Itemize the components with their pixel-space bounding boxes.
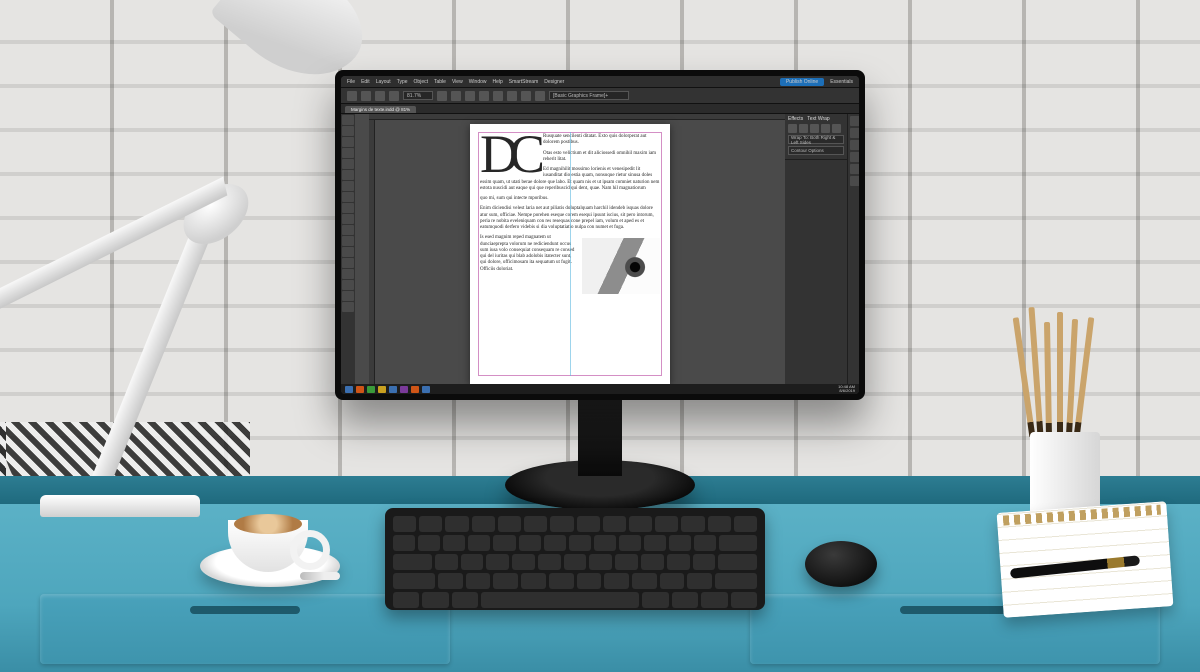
document-tabs: Margins de texte.indd @ 81% xyxy=(341,104,859,114)
tool-icon[interactable] xyxy=(437,91,447,101)
taskbar-icon[interactable] xyxy=(411,386,419,393)
page-tool-icon[interactable] xyxy=(342,137,354,147)
tool-icon[interactable] xyxy=(479,91,489,101)
spoon xyxy=(300,572,340,580)
taskbar-icon[interactable] xyxy=(378,386,386,393)
start-icon[interactable] xyxy=(345,386,353,393)
wrap-bbox-icon[interactable] xyxy=(799,124,808,133)
tool-icon[interactable] xyxy=(361,91,371,101)
text-wrap-panel[interactable]: Effects Text Wrap Wrap To: Both Right & … xyxy=(785,114,847,160)
selection-tool-icon[interactable] xyxy=(342,115,354,125)
wrap-jump-next-icon[interactable] xyxy=(832,124,841,133)
tool-icon[interactable] xyxy=(375,91,385,101)
tool-icon[interactable] xyxy=(535,91,545,101)
zoom-field[interactable]: 81.7% xyxy=(403,91,433,100)
tools-panel xyxy=(341,114,355,394)
fill-stroke-icon[interactable] xyxy=(342,291,354,301)
menu-item[interactable]: View xyxy=(452,79,463,85)
direct-select-tool-icon[interactable] xyxy=(342,126,354,136)
eyedropper-tool-icon[interactable] xyxy=(342,258,354,268)
panel-tab[interactable]: Effects xyxy=(788,116,803,122)
ruler-horizontal xyxy=(369,114,785,120)
wrap-none-icon[interactable] xyxy=(788,124,797,133)
workspace-switcher[interactable]: Essentials xyxy=(830,79,853,85)
screen: File Edit Layout Type Object Table View … xyxy=(341,76,859,394)
hand-tool-icon[interactable] xyxy=(342,269,354,279)
menu-item[interactable]: Help xyxy=(493,79,503,85)
ruler-vertical xyxy=(369,120,375,394)
tool-icon[interactable] xyxy=(347,91,357,101)
menu-item[interactable]: File xyxy=(347,79,355,85)
pencils xyxy=(1015,317,1105,437)
windows-taskbar: 10:48 AM8/6/2019 xyxy=(341,384,859,394)
taskbar-icon[interactable] xyxy=(389,386,397,393)
tool-icon[interactable] xyxy=(389,91,399,101)
type-tool-icon[interactable] xyxy=(342,159,354,169)
monitor-stand-neck xyxy=(578,398,622,476)
tool-icon[interactable] xyxy=(493,91,503,101)
color-panel-icon[interactable] xyxy=(850,164,859,174)
monitor: File Edit Layout Type Object Table View … xyxy=(335,70,865,400)
notepad xyxy=(997,501,1174,618)
collapsed-panels xyxy=(847,114,859,394)
menu-item[interactable]: Edit xyxy=(361,79,370,85)
zoom-tool-icon[interactable] xyxy=(342,280,354,290)
menu-item[interactable]: Object xyxy=(414,79,428,85)
coffee xyxy=(234,514,302,534)
pencil-tool-icon[interactable] xyxy=(342,192,354,202)
right-panels: Effects Text Wrap Wrap To: Both Right & … xyxy=(785,114,847,394)
contour-options[interactable]: Contour Options xyxy=(788,146,844,155)
menu-item[interactable]: Table xyxy=(434,79,446,85)
gradient-tool-icon[interactable] xyxy=(342,247,354,257)
lamp-base xyxy=(40,495,200,517)
pages-panel-icon[interactable] xyxy=(850,116,859,126)
links-panel-icon[interactable] xyxy=(850,140,859,150)
menubar: File Edit Layout Type Object Table View … xyxy=(341,76,859,88)
column-guide xyxy=(570,132,571,376)
system-clock[interactable]: 10:48 AM8/6/2019 xyxy=(838,385,855,394)
wrap-to-option[interactable]: Wrap To: Both Right & Left Sides xyxy=(788,135,844,144)
canvas[interactable]: DC Rusquate sencilenti ditatat. Exto qui… xyxy=(355,114,785,394)
taskbar-icon[interactable] xyxy=(367,386,375,393)
menu-item[interactable]: Window xyxy=(469,79,487,85)
panel-tab-active[interactable]: Text Wrap xyxy=(807,116,829,122)
publish-button[interactable]: Publish Online xyxy=(780,78,824,86)
tool-icon[interactable] xyxy=(465,91,475,101)
menu-item[interactable]: Designer xyxy=(544,79,564,85)
keyboard xyxy=(385,508,765,610)
document-page[interactable]: DC Rusquate sencilenti ditatat. Exto qui… xyxy=(470,124,670,384)
transform-tool-icon[interactable] xyxy=(342,236,354,246)
pen-tool-icon[interactable] xyxy=(342,181,354,191)
rectangle-frame-tool-icon[interactable] xyxy=(342,203,354,213)
document-tab[interactable]: Margins de texte.indd @ 81% xyxy=(345,106,416,113)
menu-item[interactable]: SmartStream xyxy=(509,79,538,85)
workarea: DC Rusquate sencilenti ditatat. Exto qui… xyxy=(341,114,859,394)
tool-icon[interactable] xyxy=(521,91,531,101)
swatches-panel-icon[interactable] xyxy=(850,176,859,186)
control-toolbar: 81.7% [Basic Graphics Frame]+ xyxy=(341,88,859,104)
placed-image[interactable] xyxy=(582,238,660,294)
mouse xyxy=(805,541,877,587)
taskbar-icon[interactable] xyxy=(400,386,408,393)
screen-mode-icon[interactable] xyxy=(342,302,354,312)
gap-tool-icon[interactable] xyxy=(342,148,354,158)
taskbar-icon[interactable] xyxy=(356,386,364,393)
layers-panel-icon[interactable] xyxy=(850,128,859,138)
wrap-shape-icon[interactable] xyxy=(810,124,819,133)
wrap-jump-icon[interactable] xyxy=(821,124,830,133)
scissors-tool-icon[interactable] xyxy=(342,225,354,235)
rectangle-tool-icon[interactable] xyxy=(342,214,354,224)
taskbar-icon[interactable] xyxy=(422,386,430,393)
object-style-field[interactable]: [Basic Graphics Frame]+ xyxy=(549,91,629,100)
menu-item[interactable]: Layout xyxy=(376,79,391,85)
line-tool-icon[interactable] xyxy=(342,170,354,180)
stroke-panel-icon[interactable] xyxy=(850,152,859,162)
tool-icon[interactable] xyxy=(451,91,461,101)
tool-icon[interactable] xyxy=(507,91,517,101)
indesign-app: File Edit Layout Type Object Table View … xyxy=(341,76,859,394)
menu-item[interactable]: Type xyxy=(397,79,408,85)
